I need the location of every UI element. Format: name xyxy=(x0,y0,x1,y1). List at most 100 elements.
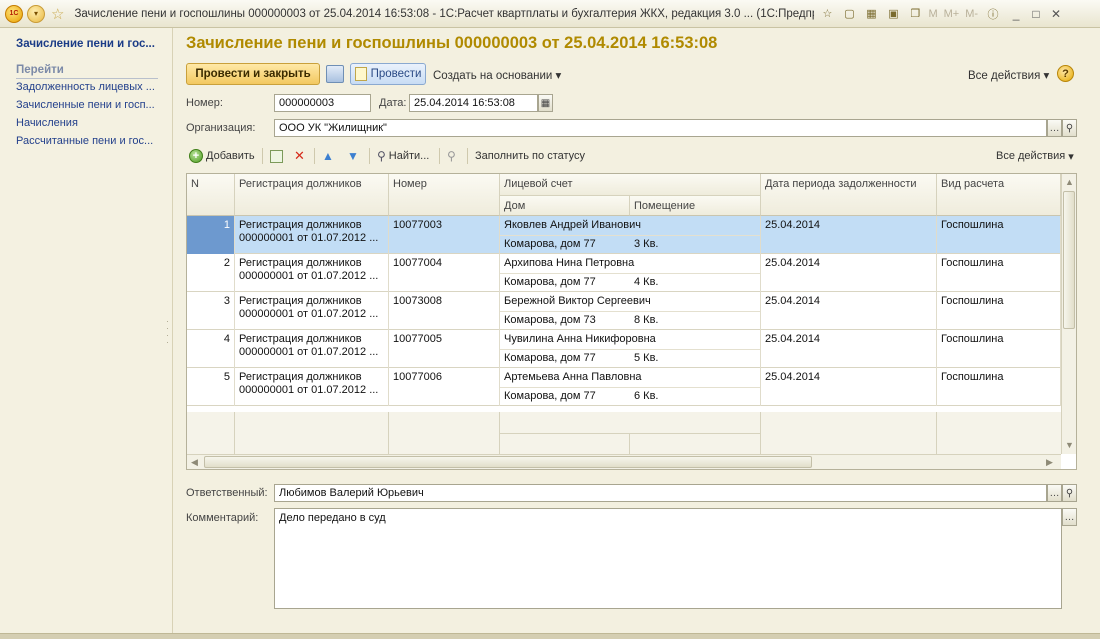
responsible-open-icon[interactable]: ⚲ xyxy=(1062,484,1077,502)
move-up-icon[interactable]: ▲ xyxy=(322,148,334,164)
delete-row-icon[interactable]: ✕ xyxy=(294,148,305,164)
house-cell: Комарова, дом 77 xyxy=(504,238,596,250)
calc-type-cell: Госпошлина xyxy=(937,254,1061,292)
col-header-premises[interactable]: Помещение xyxy=(630,195,761,216)
post-and-close-button[interactable]: Провести и закрыть xyxy=(186,63,320,85)
find-icon: ⚲ xyxy=(377,149,386,163)
col-header-n[interactable]: N xyxy=(187,174,235,216)
close-button[interactable]: ✕ xyxy=(1046,7,1066,21)
sidebar-link-calculated-penalties[interactable]: Рассчитанные пени и гос... xyxy=(16,135,153,147)
organization-select-button[interactable]: … xyxy=(1047,119,1062,137)
sidebar-link-accruals[interactable]: Начисления xyxy=(16,117,78,129)
house-cell: Комарова, дом 73 xyxy=(504,314,596,326)
registration-cell: Регистрация должников 000000001 от 01.07.… xyxy=(235,254,389,292)
table-row[interactable]: 5 Регистрация должников 000000001 от 01.0… xyxy=(187,368,1061,406)
calc-type-cell: Госпошлина xyxy=(937,292,1061,330)
copy-row-icon[interactable] xyxy=(270,148,283,164)
table-vertical-scrollbar[interactable]: ▲ ▼ xyxy=(1061,174,1076,454)
vertical-scroll-thumb[interactable] xyxy=(1063,191,1075,329)
memory-plus-button[interactable]: M+ xyxy=(944,8,960,20)
comment-textarea[interactable]: Дело передано в суд xyxy=(274,508,1062,609)
find-button[interactable]: ⚲ Найти... xyxy=(377,148,429,164)
organization-field[interactable]: ООО УК "Жилищник" xyxy=(274,119,1047,137)
sidebar-resize-grip[interactable]: · · · · xyxy=(166,317,169,347)
sidebar-link-account-debt[interactable]: Задолженность лицевых ... xyxy=(16,81,155,93)
post-button[interactable]: Провести xyxy=(350,63,426,85)
copy-icon[interactable]: ❐ xyxy=(906,5,924,23)
number-field[interactable]: 000000003 xyxy=(274,94,371,112)
table-empty-area xyxy=(187,412,1061,454)
registration-cell: Регистрация должников 000000001 от 01.07.… xyxy=(235,330,389,368)
responsible-label: Ответственный: xyxy=(186,487,268,499)
main-menu-icon[interactable]: ▾ xyxy=(27,4,45,23)
col-header-house[interactable]: Дом xyxy=(500,195,630,216)
calc-type-cell: Госпошлина xyxy=(937,216,1061,254)
sidebar-link-credited-penalties[interactable]: Зачисленные пени и госп... xyxy=(16,99,155,111)
memory-minus-button[interactable]: M- xyxy=(965,8,978,20)
organization-open-icon[interactable]: ⚲ xyxy=(1062,119,1077,137)
table-row[interactable]: 3 Регистрация должников 000000001 от 01.0… xyxy=(187,292,1061,330)
fill-by-status-button[interactable]: Заполнить по статусу xyxy=(475,148,585,164)
responsible-select-button[interactable]: … xyxy=(1047,484,1062,502)
comment-label: Комментарий: xyxy=(186,512,259,524)
col-header-debt-date[interactable]: Дата периода задолженности xyxy=(761,174,937,216)
number-cell: 10077004 xyxy=(389,254,500,292)
calc-type-cell: Госпошлина xyxy=(937,330,1061,368)
charges-table[interactable]: N Регистрация должников Номер Лицевой сч… xyxy=(186,173,1077,470)
debt-date-cell: 25.04.2014 xyxy=(761,216,937,254)
table-row[interactable]: 1 Регистрация должников 000000001 от 01.0… xyxy=(187,216,1061,254)
add-row-button[interactable]: + Добавить xyxy=(189,148,255,164)
all-actions-menu[interactable]: Все действия ▾ xyxy=(968,68,1049,82)
add-icon: + xyxy=(189,149,203,163)
account-cell: Бережной Виктор Сергеевич xyxy=(500,292,761,311)
move-down-icon[interactable]: ▼ xyxy=(347,148,359,164)
house-cell: Комарова, дом 77 xyxy=(504,276,596,288)
debt-date-cell: 25.04.2014 xyxy=(761,254,937,292)
date-label: Дата: xyxy=(379,97,407,109)
table-horizontal-scrollbar[interactable]: ◀ ▶ xyxy=(187,454,1061,469)
premises-cell: 5 Кв. xyxy=(630,349,761,368)
comment-edit-button[interactable]: … xyxy=(1062,508,1077,526)
history-icon[interactable]: ▢ xyxy=(840,5,858,23)
account-cell: Яковлев Андрей Иванович xyxy=(500,216,761,235)
add-favorite-icon[interactable]: ☆ xyxy=(818,5,836,23)
scroll-right-icon[interactable]: ▶ xyxy=(1046,457,1053,468)
create-based-on-menu[interactable]: Создать на основании ▾ xyxy=(433,68,561,82)
scroll-left-icon[interactable]: ◀ xyxy=(191,457,198,468)
table-row[interactable]: 2 Регистрация должников 000000001 от 01.0… xyxy=(187,254,1061,292)
registration-cell: Регистрация должников 000000001 от 01.07.… xyxy=(235,368,389,406)
date-field[interactable]: 25.04.2014 16:53:08 xyxy=(409,94,538,112)
table-row[interactable]: 4 Регистрация должников 000000001 от 01.0… xyxy=(187,330,1061,368)
maximize-button[interactable]: □ xyxy=(1026,7,1046,21)
calendar-picker-icon[interactable]: ▦ xyxy=(538,94,553,112)
save-icon[interactable] xyxy=(326,65,344,83)
col-header-number[interactable]: Номер xyxy=(389,174,500,216)
sidebar-title[interactable]: Зачисление пени и гос... xyxy=(16,38,155,50)
scroll-up-icon[interactable]: ▲ xyxy=(1065,177,1074,187)
col-header-account[interactable]: Лицевой счет xyxy=(500,174,761,195)
info-icon[interactable]: ⓘ xyxy=(984,5,1002,23)
sidebar-goto-heading: Перейти xyxy=(16,64,158,79)
premises-cell: 3 Кв. xyxy=(630,235,761,254)
favorites-star-icon[interactable]: ☆ xyxy=(51,5,64,23)
cancel-search-icon[interactable]: ⚲ xyxy=(447,148,456,164)
premises-cell: 4 Кв. xyxy=(630,273,761,292)
calculator-icon[interactable]: ▦ xyxy=(862,5,880,23)
premises-cell: 6 Кв. xyxy=(630,387,761,406)
organization-label: Организация: xyxy=(186,122,256,134)
memory-button[interactable]: M xyxy=(928,8,937,20)
calendar-icon[interactable]: ▣ xyxy=(884,5,902,23)
number-label: Номер: xyxy=(186,97,223,109)
account-cell: Чувилина Анна Никифоровна xyxy=(500,330,761,349)
number-cell: 10077003 xyxy=(389,216,500,254)
number-cell: 10077005 xyxy=(389,330,500,368)
horizontal-scroll-thumb[interactable] xyxy=(204,456,812,468)
table-all-actions-menu[interactable]: Все действия ▾ xyxy=(996,148,1074,164)
col-header-registration[interactable]: Регистрация должников xyxy=(235,174,389,216)
col-header-calc-type[interactable]: Вид расчета xyxy=(937,174,1061,216)
scroll-down-icon[interactable]: ▼ xyxy=(1065,440,1074,450)
responsible-field[interactable]: Любимов Валерий Юрьевич xyxy=(274,484,1047,502)
minimize-button[interactable]: _ xyxy=(1006,7,1026,21)
app-logo-icon[interactable]: 1С xyxy=(5,4,23,23)
help-icon[interactable]: ? xyxy=(1057,65,1074,82)
